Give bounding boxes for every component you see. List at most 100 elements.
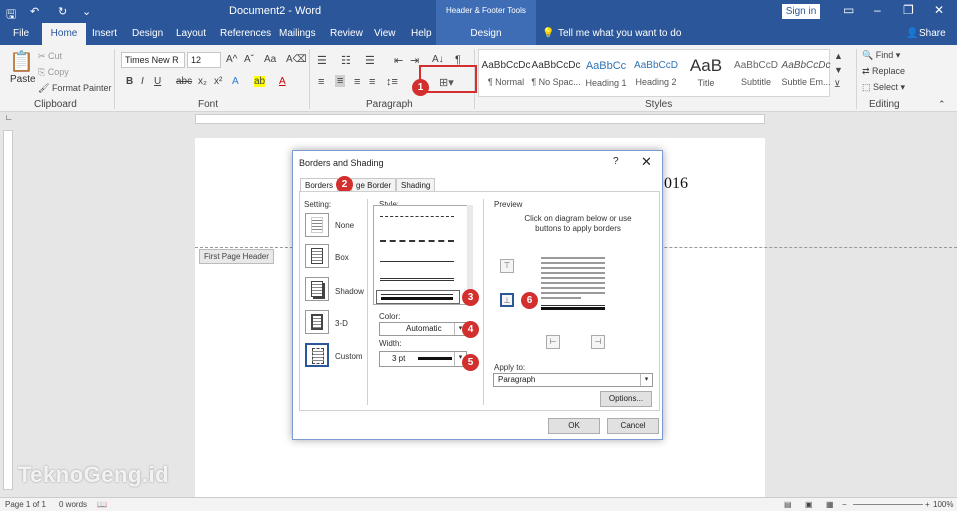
align-right-icon[interactable]: ≡ [354, 76, 360, 88]
style-no-spacing[interactable]: AaBbCcDc ¶ No Spac... [531, 56, 581, 96]
color-dropdown[interactable]: Automatic ▾ [379, 322, 467, 336]
ruler-track[interactable] [195, 114, 765, 124]
dialog-help-button[interactable]: ? [613, 156, 619, 167]
italic-icon[interactable]: I [141, 76, 144, 87]
customize-qat-icon[interactable]: ⌄ [82, 5, 91, 18]
font-color-icon[interactable]: A [279, 76, 286, 87]
replace-button[interactable]: ⇄ Replace [862, 66, 905, 77]
page-count[interactable]: Page 1 of 1 [5, 500, 46, 509]
style-subtitle[interactable]: AaBbCcD Subtitle [731, 56, 781, 96]
zoom-slider[interactable] [853, 504, 923, 505]
multilevel-icon[interactable]: ☰ [365, 54, 375, 67]
tab-references[interactable]: References [220, 28, 271, 39]
ribbon-display-icon[interactable]: ▭ [843, 3, 854, 17]
top-border-button[interactable]: ⊤ [500, 259, 514, 273]
line-style-thin[interactable] [380, 261, 454, 262]
proofing-icon[interactable]: 📖 [97, 500, 107, 509]
left-border-button[interactable]: ⊢ [546, 335, 560, 349]
text-effects-icon[interactable]: A [232, 76, 239, 87]
print-layout-icon[interactable]: ▣ [805, 500, 813, 509]
word-count[interactable]: 0 words [59, 500, 87, 509]
setting-custom-icon[interactable] [305, 343, 329, 367]
tab-design-contextual[interactable]: Design [436, 23, 536, 45]
tab-shading[interactable]: Shading [396, 178, 436, 192]
sign-in-button[interactable]: Sign in [782, 4, 820, 19]
zoom-in-icon[interactable]: + [925, 500, 930, 509]
cancel-button[interactable]: Cancel [607, 418, 659, 434]
line-style-double[interactable] [380, 278, 454, 281]
vertical-ruler[interactable] [3, 130, 13, 490]
decrease-indent-icon[interactable]: ⇤ [394, 54, 403, 67]
find-button[interactable]: 🔍 Find ▾ [862, 50, 900, 61]
zoom-out-icon[interactable]: − [842, 500, 847, 509]
bullets-icon[interactable]: ☰ [317, 54, 327, 67]
width-dropdown[interactable]: 3 pt ▾ [379, 351, 467, 367]
ok-button[interactable]: OK [548, 418, 600, 434]
styles-scroll-down-icon[interactable]: ▼ [834, 65, 843, 75]
align-center-icon[interactable]: ≡ [335, 75, 346, 87]
setting-3d-icon[interactable] [305, 310, 329, 334]
tab-insert[interactable]: Insert [92, 28, 117, 39]
sort-icon[interactable]: A↓ [432, 54, 444, 65]
setting-3d[interactable]: 3-D [335, 319, 348, 328]
strikethrough-icon[interactable]: abc [176, 76, 192, 87]
setting-shadow-icon[interactable] [305, 277, 329, 301]
line-style-dashed[interactable] [380, 216, 454, 217]
restore-icon[interactable]: ❐ [903, 3, 914, 17]
apply-to-dropdown[interactable]: Paragraph ▾ [493, 373, 653, 387]
line-style-list[interactable] [373, 205, 473, 305]
styles-scroll-up-icon[interactable]: ▲ [834, 51, 843, 61]
align-left-icon[interactable]: ≡ [318, 76, 324, 88]
style-title[interactable]: AaB Title [681, 56, 731, 96]
tab-selector-icon[interactable]: ∟ [5, 113, 13, 122]
share-button[interactable]: Share [919, 28, 946, 39]
tab-mailings[interactable]: Mailings [279, 28, 316, 39]
collapse-ribbon-icon[interactable]: ⌃ [938, 99, 946, 110]
tab-layout[interactable]: Layout [176, 28, 206, 39]
tab-view[interactable]: View [374, 28, 396, 39]
justify-icon[interactable]: ≡ [369, 76, 375, 88]
format-painter-button[interactable]: 🖌 Format Painter [38, 83, 111, 94]
numbering-icon[interactable]: ☷ [341, 54, 351, 67]
border-preview-diagram[interactable] [541, 255, 611, 317]
zoom-level[interactable]: 100% [933, 500, 953, 509]
setting-custom[interactable]: Custom [335, 352, 363, 361]
subscript-icon[interactable]: x₂ [198, 76, 207, 87]
read-mode-icon[interactable]: ▤ [784, 500, 792, 509]
bold-icon[interactable]: B [126, 76, 133, 87]
style-subtle-emphasis[interactable]: AaBbCcDc Subtle Em... [781, 56, 831, 96]
web-layout-icon[interactable]: ▦ [826, 500, 834, 509]
tab-review[interactable]: Review [330, 28, 363, 39]
undo-icon[interactable]: ↶ [30, 5, 39, 18]
tab-design[interactable]: Design [132, 28, 163, 39]
tell-me-box[interactable]: Tell me what you want to do [558, 28, 681, 39]
right-border-button[interactable]: ⊣ [591, 335, 605, 349]
setting-none[interactable]: None [335, 221, 354, 230]
style-heading-2[interactable]: AaBbCcD Heading 2 [631, 56, 681, 96]
superscript-icon[interactable]: x² [214, 76, 222, 87]
setting-box-icon[interactable] [305, 244, 329, 268]
cut-button[interactable]: ✂ Cut [38, 51, 62, 62]
shrink-font-icon[interactable]: Aˇ [244, 54, 254, 65]
tab-page-border[interactable]: ge Border [351, 178, 397, 192]
paste-button[interactable]: Paste [10, 74, 36, 85]
increase-indent-icon[interactable]: ⇥ [410, 54, 419, 67]
line-style-dash-dot[interactable] [380, 240, 454, 242]
close-icon[interactable]: ✕ [934, 3, 944, 17]
tab-home[interactable]: Home [42, 23, 86, 45]
setting-none-icon[interactable] [305, 213, 329, 237]
clear-format-icon[interactable]: A⌫ [286, 54, 307, 65]
bottom-border-button[interactable]: ⊥ [500, 293, 514, 307]
copy-button[interactable]: ⎘ Copy [38, 67, 69, 78]
paste-icon[interactable]: 📋 [9, 49, 34, 74]
setting-shadow[interactable]: Shadow [335, 287, 364, 296]
change-case-icon[interactable]: Aa [264, 54, 276, 65]
highlight-icon[interactable]: ab [254, 76, 266, 87]
dialog-close-icon[interactable]: ✕ [641, 154, 652, 170]
font-size-box[interactable]: 12 [187, 52, 221, 68]
line-spacing-icon[interactable]: ↕≡ [386, 76, 398, 88]
redo-icon[interactable]: ↻ [58, 5, 67, 18]
line-style-selected[interactable] [376, 290, 460, 304]
options-button[interactable]: Options... [600, 391, 652, 407]
minimize-icon[interactable]: – [874, 3, 881, 17]
